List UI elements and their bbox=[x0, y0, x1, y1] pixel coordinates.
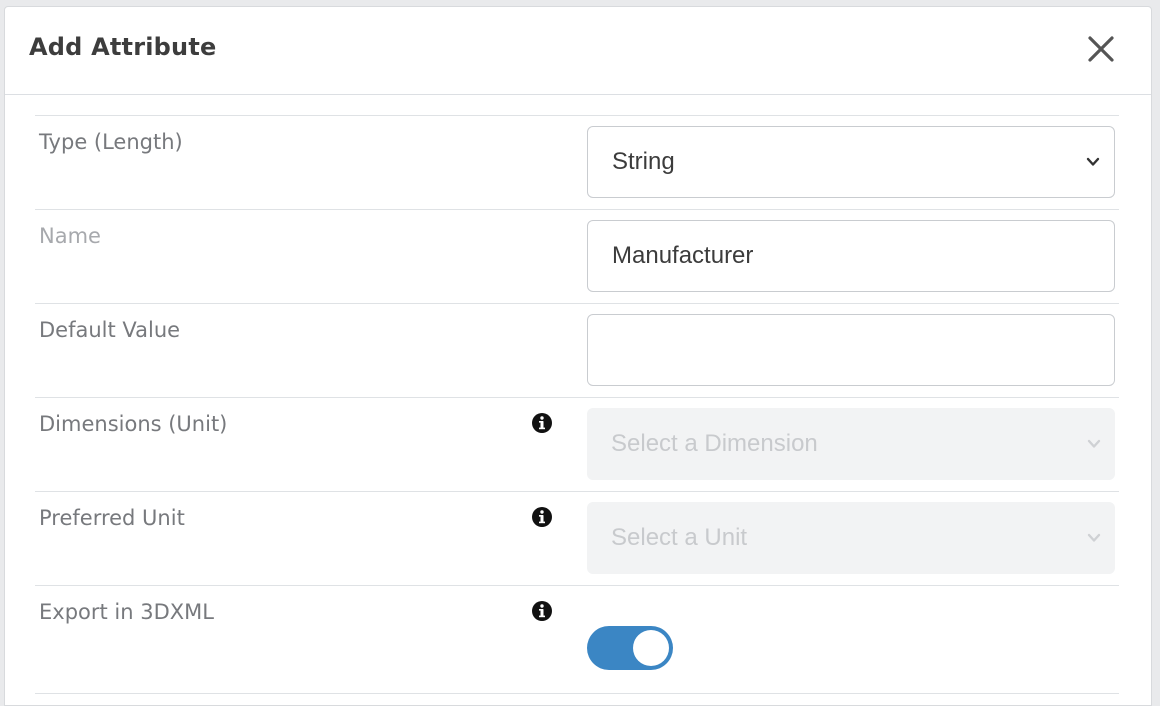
divider bbox=[35, 693, 1119, 694]
dialog-title: Add Attribute bbox=[29, 33, 217, 61]
default-value-input[interactable] bbox=[587, 314, 1115, 386]
default-value-row: Default Value bbox=[35, 303, 1119, 397]
export-3dxml-toggle[interactable] bbox=[587, 626, 673, 670]
dimensions-select-placeholder: Select a Dimension bbox=[611, 430, 818, 457]
type-row: Type (Length) String bbox=[35, 115, 1119, 209]
chevron-down-icon bbox=[1087, 533, 1101, 542]
type-select-value: String bbox=[612, 148, 675, 175]
dimensions-label: Dimensions (Unit) bbox=[39, 412, 228, 436]
info-icon[interactable] bbox=[531, 412, 553, 434]
dimensions-row: Dimensions (Unit) Select a Dimension bbox=[35, 397, 1119, 491]
dialog-header: Add Attribute bbox=[5, 7, 1151, 95]
info-icon[interactable] bbox=[531, 506, 553, 528]
chevron-down-icon bbox=[1086, 157, 1100, 166]
toggle-knob bbox=[633, 630, 669, 666]
chevron-down-icon bbox=[1087, 439, 1101, 448]
dimensions-select[interactable]: Select a Dimension bbox=[587, 408, 1115, 480]
name-label: Name bbox=[39, 224, 101, 248]
export-3dxml-row: Export in 3DXML bbox=[35, 585, 1119, 679]
name-input[interactable]: Manufacturer bbox=[587, 220, 1115, 292]
close-icon[interactable] bbox=[1085, 33, 1117, 65]
export-3dxml-label: Export in 3DXML bbox=[39, 600, 214, 624]
preferred-unit-row: Preferred Unit Select a Unit bbox=[35, 491, 1119, 585]
name-row: Name Manufacturer bbox=[35, 209, 1119, 303]
type-select[interactable]: String bbox=[587, 126, 1115, 198]
type-label: Type (Length) bbox=[39, 130, 183, 154]
add-attribute-dialog: Add Attribute Type (Length) String Name … bbox=[4, 6, 1152, 706]
preferred-unit-label: Preferred Unit bbox=[39, 506, 185, 530]
default-value-label: Default Value bbox=[39, 318, 181, 342]
info-icon[interactable] bbox=[531, 600, 553, 622]
name-input-value: Manufacturer bbox=[612, 242, 754, 269]
preferred-unit-select-placeholder: Select a Unit bbox=[611, 524, 748, 551]
preferred-unit-select[interactable]: Select a Unit bbox=[587, 502, 1115, 574]
